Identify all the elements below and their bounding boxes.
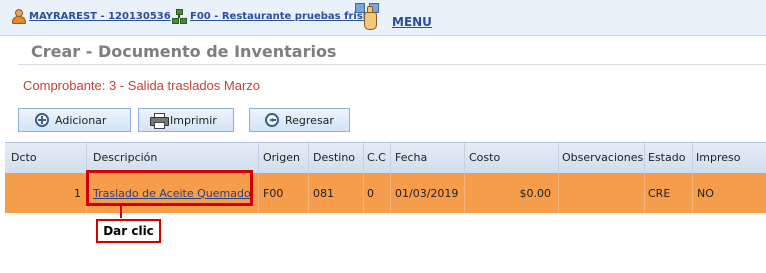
grid-header: Dcto Descripción Origen Destino C.C Fech…	[5, 142, 766, 174]
user-link[interactable]: MAYRAREST - 120130536	[11, 9, 171, 24]
restaurant-link[interactable]: F00 - Restaurante pruebas frisby	[172, 9, 377, 24]
print-button[interactable]: Imprimir	[138, 108, 234, 132]
column-header-impreso[interactable]: Impreso	[696, 143, 762, 173]
column-header-estado[interactable]: Estado	[648, 143, 694, 173]
cell-observaciones	[562, 173, 642, 213]
annotation-connector	[120, 206, 122, 218]
menu-link[interactable]: MENU	[355, 3, 432, 31]
cell-dcto: 1	[74, 186, 81, 200]
add-circle-icon	[35, 113, 49, 127]
comprobante-label: Comprobante: 3 - Salida traslados Marzo	[23, 78, 261, 93]
column-header-dcto[interactable]: Dcto	[11, 143, 81, 173]
column-header-descripcion[interactable]: Descripción	[93, 143, 253, 173]
add-button[interactable]: Adicionar	[18, 108, 131, 132]
menu-label: MENU	[392, 15, 432, 29]
cell-descripcion: Traslado de Aceite Quemado	[93, 173, 257, 213]
column-header-destino[interactable]: Destino	[313, 143, 361, 173]
cell-impreso: NO	[697, 186, 714, 200]
back-button[interactable]: Regresar	[249, 108, 350, 132]
column-header-origen[interactable]: Origen	[263, 143, 309, 173]
user-label: MAYRAREST - 120130536	[29, 10, 171, 22]
back-arrow-icon	[265, 113, 279, 127]
cell-estado: CRE	[648, 186, 671, 200]
network-icon	[172, 9, 187, 24]
cell-cc: 0	[367, 186, 374, 200]
print-button-label: Imprimir	[170, 113, 217, 127]
printer-icon	[150, 113, 169, 129]
add-button-label: Adicionar	[55, 113, 107, 127]
user-icon	[11, 9, 26, 24]
cell-fecha: 01/03/2019	[395, 186, 459, 200]
cell-costo: $0.00	[519, 186, 552, 200]
title-divider	[18, 64, 766, 65]
cell-destino: 081	[313, 186, 334, 200]
column-header-observaciones[interactable]: Observaciones	[562, 143, 646, 173]
menu-hand-icon	[355, 3, 385, 31]
top-bar: MAYRAREST - 120130536 F00 - Restaurante …	[0, 0, 766, 36]
annotation-callout: Dar clic	[96, 219, 161, 243]
back-button-label: Regresar	[285, 113, 334, 127]
column-header-costo[interactable]: Costo	[469, 143, 555, 173]
document-description-link[interactable]: Traslado de Aceite Quemado	[93, 187, 251, 200]
page-title: Crear - Documento de Inventarios	[31, 42, 337, 61]
restaurant-label: F00 - Restaurante pruebas frisby	[190, 10, 377, 22]
column-header-fecha[interactable]: Fecha	[395, 143, 461, 173]
cell-origen: F00	[263, 186, 284, 200]
